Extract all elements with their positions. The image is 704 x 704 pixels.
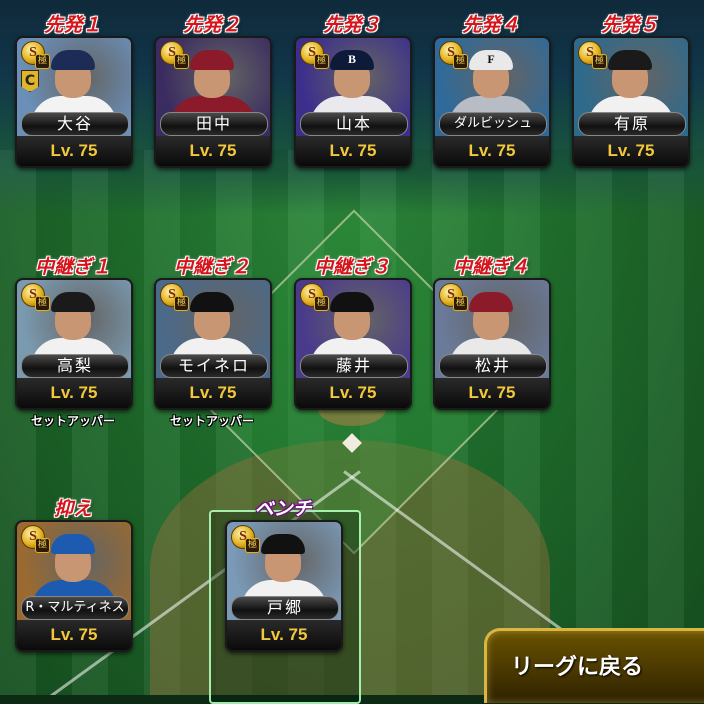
position-label: 先発４ [462,15,520,36]
player-cap [51,50,95,70]
player-name: 大谷 [21,112,129,136]
player-card[interactable]: S 極田中 Lv. 75 [154,36,272,168]
player-card[interactable]: S 極 R・マルティネス Lv. 75 [15,520,133,652]
position-label: ベンチ [254,499,312,520]
player-name: ダルビッシュ [439,112,547,136]
player-cap [190,50,234,70]
player-portrait: S 極戸郷 [227,522,341,624]
player-card[interactable]: S 極有原 Lv. 75 [572,36,690,168]
player-card[interactable]: S 極松井 Lv. 75 [433,278,551,410]
player-portrait: S 極モイネロ [156,280,270,382]
player-name: 有原 [578,112,686,136]
player-level: Lv. 75 [17,620,131,650]
player-portrait: S 極 R・マルティネス [17,522,131,624]
kiwami-badge: 極 [35,296,50,311]
player-name: 山本 [300,112,408,136]
player-portrait: S 極高梨 [17,280,131,382]
player-level: Lv. 75 [156,136,270,166]
player-card[interactable]: S 極高梨 Lv. 75 [15,278,133,410]
player-cap [261,534,305,554]
player-card[interactable]: F S 極ダルビッシュ Lv. 75 [433,36,551,168]
player-level: Lv. 75 [17,136,131,166]
cap-logo: F [487,52,495,66]
captain-c-badge: C [21,70,39,92]
player-cap [51,292,95,312]
player-card[interactable]: S 極藤井 Lv. 75 [294,278,412,410]
player-portrait: S 極藤井 [296,280,410,382]
position-label: 先発３ [323,15,381,36]
player-cap [330,292,374,312]
player-portrait: F S 極ダルビッシュ [435,38,549,140]
kiwami-badge: 極 [314,296,329,311]
player-card[interactable]: S 極 C 大谷 Lv. 75 [15,36,133,168]
position-label: 先発２ [183,15,241,36]
player-name: 松井 [439,354,547,378]
position-label: 中継ぎ１ [34,257,111,278]
player-cap [469,292,513,312]
position-label: 先発５ [601,15,659,36]
role-label: セットアッパー [30,414,115,428]
player-level: Lv. 75 [296,378,410,408]
player-card[interactable]: B S 極山本 Lv. 75 [294,36,412,168]
position-label: 中継ぎ３ [313,257,390,278]
position-label: 中継ぎ２ [173,257,250,278]
kiwami-badge: 極 [35,54,50,69]
player-cap [51,534,95,554]
player-card[interactable]: S 極戸郷 Lv. 75 [225,520,343,652]
player-level: Lv. 75 [435,136,549,166]
player-cap [608,50,652,70]
position-label: 先発１ [44,15,102,36]
player-level: Lv. 75 [227,620,341,650]
player-portrait: S 極有原 [574,38,688,140]
player-level: Lv. 75 [17,378,131,408]
player-card[interactable]: S 極モイネロ Lv. 75 [154,278,272,410]
player-portrait: S 極 C 大谷 [17,38,131,140]
position-label: 抑え [53,499,92,520]
player-cap: B [330,50,374,70]
kiwami-badge: 極 [174,296,189,311]
kiwami-badge: 極 [453,296,468,311]
player-portrait: S 極松井 [435,280,549,382]
player-cap [190,292,234,312]
player-name: 藤井 [300,354,408,378]
kiwami-badge: 極 [35,538,50,553]
player-level: Lv. 75 [435,378,549,408]
player-cap: F [469,50,513,70]
player-name: 戸郷 [231,596,339,620]
player-name: R・マルティネス [21,596,129,620]
kiwami-badge: 極 [174,54,189,69]
position-label: 中継ぎ４ [452,257,529,278]
player-name: 田中 [160,112,268,136]
kiwami-badge: 極 [314,54,329,69]
player-level: Lv. 75 [156,378,270,408]
player-portrait: S 極田中 [156,38,270,140]
cap-logo: B [347,52,356,66]
return-to-league-label: リーグに戻る [511,654,644,679]
return-to-league-button[interactable]: リーグに戻る [484,628,704,703]
player-name: モイネロ [160,354,268,378]
player-level: Lv. 75 [574,136,688,166]
player-level: Lv. 75 [296,136,410,166]
kiwami-badge: 極 [245,538,260,553]
kiwami-badge: 極 [592,54,607,69]
kiwami-badge: 極 [453,54,468,69]
player-portrait: B S 極山本 [296,38,410,140]
role-label: セットアッパー [169,414,254,428]
player-name: 高梨 [21,354,129,378]
